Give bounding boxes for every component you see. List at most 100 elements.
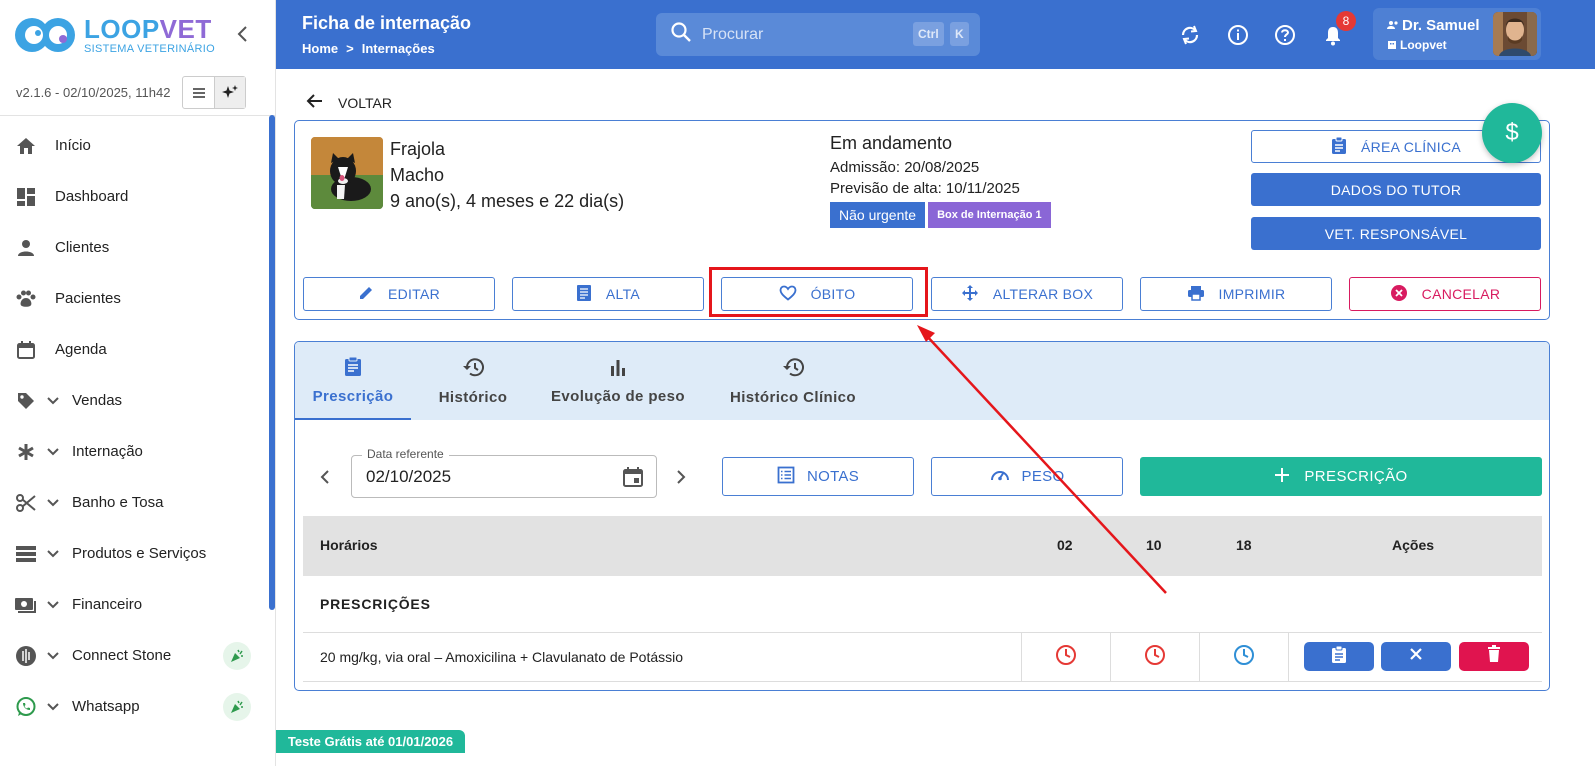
edit-button[interactable]: EDITAR	[303, 277, 495, 311]
brand-subtitle: SISTEMA VETERINÁRIO	[84, 42, 216, 55]
sidebar-item-connect-stone[interactable]: Connect Stone	[0, 630, 275, 681]
previous-date-chevron-icon[interactable]	[319, 468, 331, 492]
tab-historico-clinico[interactable]: Histórico Clínico	[723, 342, 863, 420]
schedule-cell-18[interactable]	[1199, 633, 1289, 681]
user-menu[interactable]: Dr. Samuel Loopvet	[1373, 8, 1541, 60]
responsible-vet-button[interactable]: VET. RESPONSÁVEL	[1251, 217, 1541, 250]
brand-logo[interactable]: LOOPVET SISTEMA VETERINÁRIO	[0, 0, 275, 70]
trash-icon	[1487, 645, 1501, 668]
chevron-down-icon	[46, 498, 66, 508]
edit-label: EDITAR	[387, 286, 441, 302]
table-row[interactable]: 20 mg/kg, via oral – Amoxicilina + Clavu…	[303, 633, 1542, 682]
app-version: v2.1.6 - 02/10/2025, 11h42	[16, 85, 171, 100]
sidebar-item-clientes[interactable]: Clientes	[0, 222, 275, 273]
tab-evolucao-de-peso[interactable]: Evolução de peso	[543, 342, 693, 420]
reference-date-label: Data referente	[362, 447, 449, 461]
tutor-data-button[interactable]: DADOS DO TUTOR	[1251, 173, 1541, 206]
search-icon	[670, 21, 692, 48]
breadcrumb: Home > Internações	[302, 41, 435, 56]
menu-lines-icon[interactable]	[183, 77, 214, 108]
weight-button[interactable]: PESO	[931, 457, 1123, 496]
schedule-cell-02[interactable]	[1021, 633, 1110, 681]
back-button[interactable]: VOLTAR	[306, 93, 392, 112]
sidebar-item-financeiro[interactable]: Financeiro	[0, 579, 275, 630]
prescription-details-button[interactable]	[1304, 642, 1374, 671]
breadcrumb-internacoes[interactable]: Internações	[362, 41, 435, 56]
collapse-sidebar-chevron-icon[interactable]	[235, 24, 249, 50]
chevron-down-icon	[46, 396, 66, 406]
celebration-icon	[223, 641, 251, 670]
tab-label: Histórico	[438, 388, 508, 406]
clipboard-icon	[1331, 136, 1347, 157]
prescription-description: 20 mg/kg, via oral – Amoxicilina + Clavu…	[320, 649, 684, 665]
sidebar-item-dashboard[interactable]: Dashboard	[0, 171, 275, 222]
col-acoes: Ações	[1392, 537, 1435, 553]
sidebar-item-label: Produtos e Serviços	[72, 545, 207, 562]
cancel-button[interactable]: CANCELAR	[1349, 277, 1541, 311]
status-title: Em andamento	[830, 133, 953, 153]
calendar-icon[interactable]	[622, 466, 644, 493]
search-input[interactable]: Procurar Ctrl K	[656, 13, 980, 56]
info-icon[interactable]	[1226, 23, 1250, 47]
delete-prescription-button[interactable]	[1459, 642, 1529, 671]
sidebar-item-inicio[interactable]: Início	[0, 120, 275, 171]
sidebar-item-label: Financeiro	[72, 596, 143, 613]
chevron-down-icon	[46, 702, 66, 712]
help-icon[interactable]	[1273, 23, 1297, 47]
notes-list-icon	[777, 466, 795, 488]
clinical-area-label: ÁREA CLÍNICA	[1360, 138, 1462, 155]
add-prescription-button[interactable]: PRESCRIÇÃO	[1140, 457, 1542, 496]
printer-icon	[1187, 285, 1205, 304]
weight-label: PESO	[1021, 468, 1065, 485]
pet-photo	[311, 137, 383, 209]
sidebar-item-label: Connect Stone	[72, 647, 172, 664]
notes-label: NOTAS	[806, 468, 860, 485]
sparkle-ai-icon[interactable]	[214, 77, 246, 108]
sidebar-item-whatsapp[interactable]: Whatsapp	[0, 681, 275, 732]
tab-prescricao[interactable]: Prescrição	[295, 342, 411, 420]
sidebar-item-internacao[interactable]: Internação	[0, 426, 275, 477]
asterisk-icon	[14, 440, 38, 464]
sidebar-item-produtos-e-servicos[interactable]: Produtos e Serviços	[0, 528, 275, 579]
trial-banner[interactable]: Teste Grátis até 01/01/2026	[276, 730, 465, 753]
speedometer-icon	[990, 466, 1010, 488]
brand-name-part1: LOOP	[84, 13, 160, 44]
col-hour-18: 18	[1236, 537, 1252, 553]
sidebar-item-label: Dashboard	[55, 188, 129, 205]
discharge-button[interactable]: ALTA	[512, 277, 704, 311]
history-icon	[782, 357, 804, 381]
sidebar-scrollbar[interactable]	[269, 115, 275, 610]
change-box-button[interactable]: ALTERAR BOX	[931, 277, 1123, 311]
kbd-ctrl: Ctrl	[913, 22, 944, 46]
notes-button[interactable]: NOTAS	[722, 457, 914, 496]
reference-date-field[interactable]: Data referente 02/10/2025	[351, 447, 657, 498]
discharge-label: ALTA	[605, 286, 641, 302]
sidebar-item-banho-e-tosa[interactable]: Banho e Tosa	[0, 477, 275, 528]
sidebar-item-agenda[interactable]: Agenda	[0, 324, 275, 375]
sidebar-item-label: Internação	[72, 443, 143, 460]
search-placeholder: Procurar	[702, 25, 764, 43]
chevron-down-icon	[46, 549, 66, 559]
sidebar-item-pacientes[interactable]: Pacientes	[0, 273, 275, 324]
box-badge: Box de Internação 1	[928, 202, 1051, 228]
clipboard-icon	[1331, 645, 1347, 668]
sidebar-item-label: Whatsapp	[72, 698, 140, 715]
celebration-icon	[223, 692, 251, 721]
clock-icon	[1233, 644, 1255, 671]
pet-sex: Macho	[390, 165, 445, 185]
breadcrumb-home[interactable]: Home	[302, 41, 338, 56]
sidebar-item-vendas[interactable]: Vendas	[0, 375, 275, 426]
tab-historico[interactable]: Histórico	[423, 342, 523, 420]
next-date-chevron-icon[interactable]	[675, 468, 687, 492]
financial-fab-button[interactable]: $	[1482, 103, 1542, 163]
arrow-left-icon	[306, 93, 324, 112]
admission-date: Admissão: 20/08/2025	[830, 159, 980, 176]
reference-date-value: 02/10/2025	[366, 467, 452, 486]
suspend-prescription-button[interactable]	[1381, 642, 1451, 671]
schedule-cell-10[interactable]	[1110, 633, 1199, 681]
print-button[interactable]: IMPRIMIR	[1140, 277, 1332, 311]
scissors-icon	[14, 491, 38, 515]
plus-icon	[1274, 467, 1290, 487]
stone-icon	[14, 644, 38, 668]
sync-icon[interactable]	[1178, 23, 1202, 47]
